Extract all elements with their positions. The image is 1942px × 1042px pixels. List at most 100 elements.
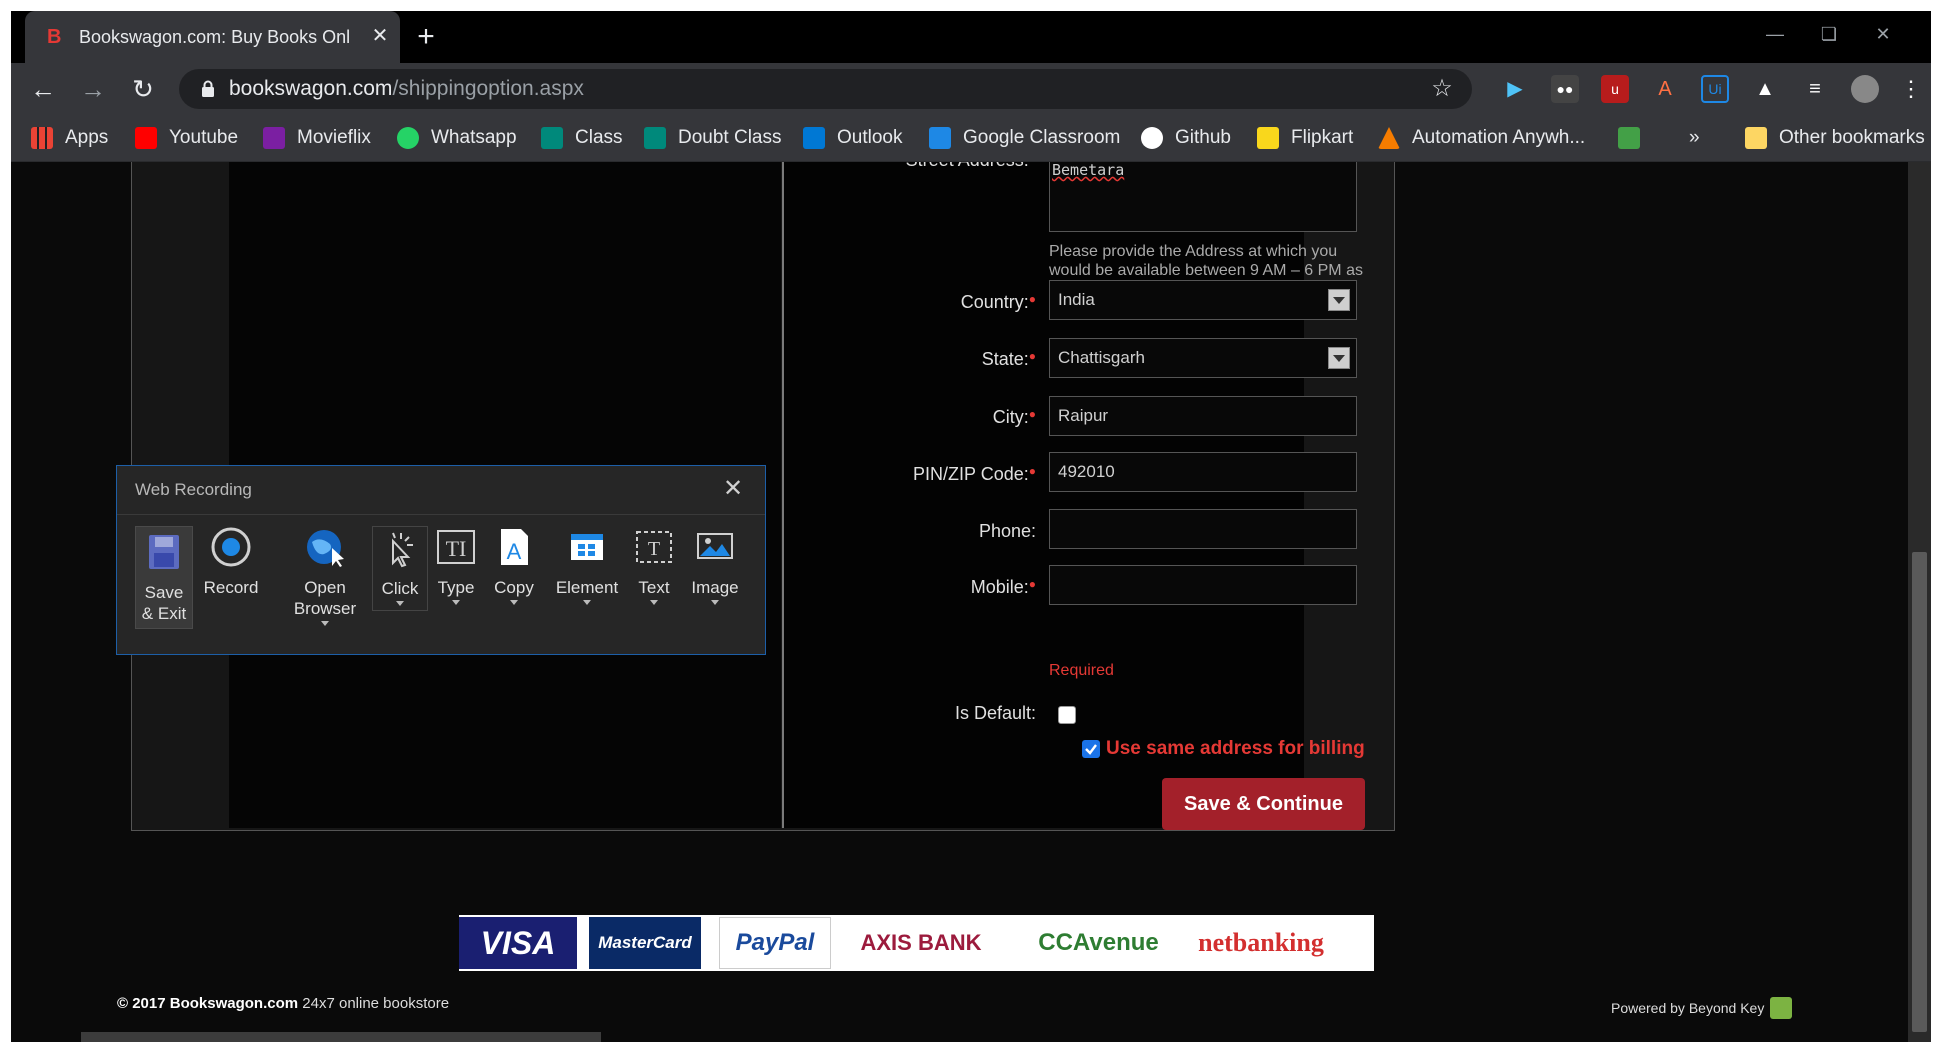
minimize-icon[interactable]: —: [1753, 19, 1797, 49]
new-tab-button[interactable]: +: [411, 22, 441, 53]
dropdown-caret-icon[interactable]: [650, 600, 658, 605]
movieflix-icon: [263, 127, 285, 149]
click-icon: [392, 532, 413, 568]
extension-ublock-icon[interactable]: u: [1601, 75, 1629, 103]
pin-code-input[interactable]: 492010: [1049, 452, 1357, 492]
required-dot: ●: [1028, 349, 1036, 363]
browser-tab[interactable]: B Bookswagon.com: Buy Books Onl ✕: [25, 11, 400, 63]
chrome-menu-icon[interactable]: ⋮: [1897, 75, 1925, 103]
extensions-puzzle-icon[interactable]: ▲: [1751, 75, 1779, 103]
save-exit-button[interactable]: Save & Exit: [135, 526, 193, 629]
extension-play-icon[interactable]: ▶: [1501, 75, 1529, 103]
dropdown-caret-icon[interactable]: [583, 600, 591, 605]
dropdown-arrow-icon[interactable]: [1328, 289, 1350, 311]
bookmark-whatsapp[interactable]: Whatsapp: [397, 123, 517, 153]
address-bar[interactable]: bookswagon.com/shippingoption.aspx ☆: [179, 69, 1472, 109]
record-icon: [211, 527, 251, 567]
image-tool-button[interactable]: Image: [683, 526, 747, 605]
forward-arrow-icon[interactable]: →: [75, 71, 111, 107]
flipkart-icon: [1257, 127, 1279, 149]
copy-tool-button[interactable]: A Copy: [487, 526, 541, 605]
bookmark-github[interactable]: Github: [1141, 123, 1231, 153]
meet-icon: [644, 127, 666, 149]
bookmark-outlook[interactable]: Outlook: [803, 123, 902, 153]
mobile-input[interactable]: [1049, 565, 1357, 605]
tool-label: Click: [381, 579, 419, 598]
reload-icon[interactable]: ↻: [125, 71, 161, 107]
web-recording-panel: Web Recording ✕ Save & Exit Record Open …: [116, 465, 766, 655]
scroll-thumb[interactable]: [1912, 552, 1927, 1032]
bookmark-automation-anywhere[interactable]: Automation Anywh...: [1378, 123, 1585, 153]
save-continue-button[interactable]: Save & Continue: [1162, 778, 1365, 830]
bookmark-apps[interactable]: Apps: [31, 123, 108, 153]
bookmark-green-icon-item[interactable]: [1618, 123, 1652, 153]
text-tool-button[interactable]: T Text: [629, 526, 679, 605]
page-scrollbar[interactable]: [1908, 162, 1931, 1042]
dropdown-arrow-icon[interactable]: [1328, 347, 1350, 369]
beyond-key-logo-icon: [1770, 997, 1793, 1019]
dropdown-caret-icon[interactable]: [711, 600, 719, 605]
click-tool-button[interactable]: Click: [372, 526, 428, 611]
meet-icon: [541, 127, 563, 149]
element-tool-button[interactable]: Element: [547, 526, 627, 605]
label-text: Street Address:: [906, 162, 1029, 170]
tab-close-icon[interactable]: ✕: [368, 24, 392, 48]
pin-code-value: 492010: [1058, 462, 1115, 481]
dropdown-caret-icon[interactable]: [452, 600, 460, 605]
bookmark-class[interactable]: Class: [541, 123, 623, 153]
panel-divider: [117, 514, 765, 515]
back-arrow-icon[interactable]: ←: [25, 71, 61, 107]
profile-avatar[interactable]: [1851, 75, 1879, 103]
dropdown-caret-icon[interactable]: [396, 601, 404, 606]
required-dot: ●: [1029, 162, 1036, 164]
powered-by[interactable]: Powered by Beyond Key: [1611, 997, 1793, 1019]
horizontal-scrollbar[interactable]: [81, 1032, 601, 1042]
bookmark-label: Doubt Class: [678, 127, 782, 148]
type-tool-button[interactable]: TI Type: [429, 526, 483, 605]
state-select[interactable]: Chattisgarh: [1049, 338, 1357, 378]
record-button[interactable]: Record: [199, 526, 263, 598]
city-input[interactable]: Raipur: [1049, 396, 1357, 436]
label-text: Country:: [960, 292, 1029, 312]
bookmark-google-classroom[interactable]: Google Classroom: [929, 123, 1120, 153]
extension-automation-icon[interactable]: A: [1651, 75, 1679, 103]
phone-input[interactable]: [1049, 509, 1357, 549]
image-icon: [697, 533, 733, 559]
bookmark-flipkart[interactable]: Flipkart: [1257, 123, 1353, 153]
tool-label: Save & Exit: [141, 583, 187, 623]
bookmark-label: Apps: [65, 127, 109, 148]
github-icon: [1141, 127, 1163, 149]
street-address-textarea[interactable]: Bemetara: [1049, 162, 1357, 232]
country-select[interactable]: India: [1049, 280, 1357, 320]
close-icon[interactable]: ✕: [721, 474, 745, 503]
url-text[interactable]: bookswagon.com/shippingoption.aspx: [229, 77, 584, 101]
bookmark-youtube[interactable]: Youtube: [135, 123, 238, 153]
bookmarks-overflow[interactable]: »: [1689, 123, 1700, 153]
extension-eyes-icon[interactable]: ●●: [1551, 75, 1579, 103]
city-label: City:●: [796, 407, 1036, 428]
restore-icon[interactable]: ❏: [1807, 19, 1851, 49]
window-close-icon[interactable]: ✕: [1861, 19, 1905, 49]
same-billing-label[interactable]: Use same address for billing: [1106, 738, 1365, 760]
is-default-checkbox[interactable]: [1058, 706, 1076, 724]
bookmark-doubt-class[interactable]: Doubt Class: [644, 123, 782, 153]
dropdown-caret-icon[interactable]: [510, 600, 518, 605]
label-text: State:: [981, 349, 1029, 369]
label-text: Phone:: [978, 521, 1036, 541]
extension-uipath-icon[interactable]: Ui: [1701, 75, 1729, 103]
bookmark-star-icon[interactable]: ☆: [1428, 75, 1456, 103]
tool-label: Copy: [494, 578, 534, 597]
is-default-label: Is Default:: [796, 703, 1036, 724]
open-browser-button[interactable]: Open Browser: [283, 526, 367, 626]
copy-icon: A: [501, 529, 528, 565]
same-billing-checkbox[interactable]: [1082, 740, 1100, 758]
bookmark-movieflix[interactable]: Movieflix: [263, 123, 371, 153]
dropdown-caret-icon[interactable]: [321, 621, 329, 626]
other-bookmarks[interactable]: Other bookmarks: [1745, 123, 1925, 153]
bookmark-label: Youtube: [169, 127, 239, 148]
mobile-label: Mobile:●: [796, 577, 1036, 598]
media-queue-icon[interactable]: ≡: [1801, 75, 1829, 103]
bookmark-label: Google Classroom: [963, 127, 1121, 148]
tab-title: Bookswagon.com: Buy Books Onl: [79, 27, 351, 47]
